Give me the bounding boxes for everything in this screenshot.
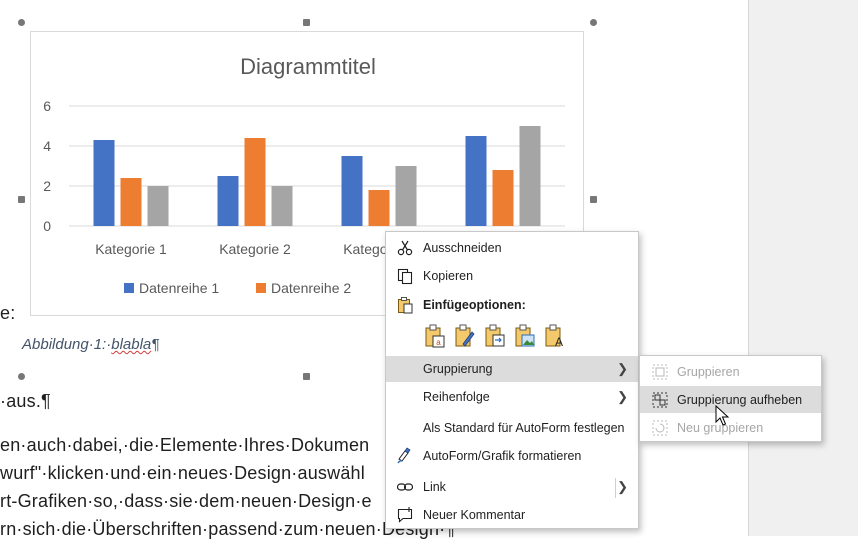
submenu-item-group[interactable]: Gruppieren	[640, 358, 821, 385]
bar[interactable]	[341, 156, 363, 226]
figure-caption: Abbildung·1:·blabla¶	[22, 336, 159, 353]
selection-handle-top-left[interactable]	[18, 19, 25, 26]
paste-picture-icon[interactable]	[514, 324, 536, 348]
selection-handle-bottom-middle[interactable]	[303, 373, 310, 380]
doc-text-fragment-colon: e:	[0, 303, 16, 323]
bar[interactable]	[368, 190, 390, 226]
menu-item-new-comment-label: Neuer Kommentar	[423, 508, 526, 522]
menu-item-link-label: Link	[423, 480, 446, 494]
menu-item-cut[interactable]: Ausschneiden	[386, 235, 638, 261]
bar[interactable]	[492, 170, 514, 226]
x-tick-label: Kategorie 2	[219, 241, 291, 257]
chart-plot-area[interactable]	[93, 126, 541, 226]
chart-y-axis: 0 2 4 6	[43, 98, 51, 234]
ungroup-icon	[652, 392, 668, 408]
submenu-item-ungroup[interactable]: Gruppierung aufheben	[640, 386, 821, 413]
format-shape-icon	[397, 447, 411, 464]
menu-item-paste-options-header: Einfügeoptionen:	[386, 292, 638, 318]
chevron-right-icon[interactable]: ❯	[617, 479, 628, 495]
legend-label: Datenreihe 1	[139, 280, 219, 296]
selection-handle-middle-left[interactable]	[18, 196, 25, 203]
copy-icon	[397, 268, 413, 285]
selection-handle-top-middle[interactable]	[303, 19, 310, 26]
link-icon	[396, 483, 414, 491]
menu-item-copy-label: Kopieren	[423, 269, 474, 283]
chart-title[interactable]: Diagrammtitel	[240, 54, 376, 79]
paste-icon	[398, 297, 413, 314]
doc-text-line-2: wurf"·klicken·und·ein·neues·Design·auswä…	[0, 463, 365, 483]
menu-item-grouping[interactable]: Gruppierung ❯	[386, 356, 638, 382]
caption-prefix: Abbildung·1:·	[22, 336, 112, 353]
svg-text:a: a	[436, 338, 441, 347]
bar[interactable]	[519, 126, 541, 226]
menu-item-new-comment[interactable]: Neuer Kommentar	[386, 502, 638, 528]
paste-keep-formatting-icon[interactable]	[454, 324, 476, 348]
menu-item-link-separator	[615, 478, 616, 498]
x-tick-label: Kategorie 1	[95, 241, 167, 257]
document-gutter	[748, 0, 858, 536]
bar[interactable]	[271, 186, 293, 226]
menu-item-cut-label: Ausschneiden	[423, 241, 502, 255]
grouping-submenu: Gruppieren Gruppierung aufheben Neu grup…	[639, 355, 822, 442]
bar[interactable]	[465, 136, 487, 226]
bar[interactable]	[147, 186, 169, 226]
menu-item-order-label: Reihenfolge	[423, 390, 490, 404]
submenu-item-group-label: Gruppieren	[677, 365, 740, 379]
scissors-icon	[397, 240, 413, 256]
chevron-right-icon: ❯	[617, 361, 628, 376]
context-menu: Ausschneiden Kopieren Einfügeoptionen: a	[385, 231, 639, 529]
menu-item-order[interactable]: Reihenfolge ❯	[386, 384, 638, 410]
caption-word: blabla	[111, 336, 152, 353]
chart-gridlines	[69, 105, 565, 227]
doc-text-line-1: en·auch·dabei,·die·Elemente·Ihres·Dokume…	[0, 435, 370, 455]
y-tick-label: 6	[43, 98, 51, 114]
regroup-icon	[652, 420, 668, 436]
group-icon	[652, 364, 668, 380]
menu-item-format-shape[interactable]: AutoForm/Grafik formatieren	[386, 443, 638, 469]
selection-handle-bottom-left[interactable]	[18, 373, 25, 380]
comment-icon	[397, 507, 413, 523]
bar[interactable]	[120, 178, 142, 226]
paste-text-only-icon[interactable]: A	[544, 324, 566, 348]
submenu-item-regroup[interactable]: Neu gruppieren	[640, 414, 821, 441]
mouse-pointer-icon	[715, 405, 729, 426]
doc-text-line-3: rt-Grafiken·so,·dass·sie·dem·neuen·Desig…	[0, 491, 372, 511]
menu-item-set-default-shape-label: Als Standard für AutoForm festlegen	[423, 421, 625, 435]
bar[interactable]	[217, 176, 239, 226]
submenu-item-ungroup-label: Gruppierung aufheben	[677, 393, 803, 407]
bar[interactable]	[93, 140, 115, 226]
caption-paragraph-mark: ¶	[151, 336, 160, 353]
bar[interactable]	[244, 138, 266, 226]
y-tick-label: 0	[43, 218, 51, 234]
selection-handle-top-right[interactable]	[590, 19, 597, 26]
menu-item-link[interactable]: Link ❯	[386, 474, 638, 500]
paste-destination-theme-icon[interactable]: a	[424, 324, 446, 348]
legend-label: Datenreihe 2	[271, 280, 351, 296]
y-tick-label: 4	[43, 138, 51, 154]
y-tick-label: 2	[43, 178, 51, 194]
bar[interactable]	[395, 166, 417, 226]
svg-text:A: A	[555, 335, 563, 348]
menu-item-copy[interactable]: Kopieren	[386, 263, 638, 289]
selection-handle-middle-right[interactable]	[590, 196, 597, 203]
menu-item-grouping-label: Gruppierung	[423, 362, 493, 376]
menu-item-paste-options-label: Einfügeoptionen:	[423, 298, 526, 312]
doc-text-line-aus: ·aus.¶	[0, 391, 51, 411]
legend-swatch	[124, 283, 134, 293]
paste-embed-icon[interactable]	[484, 324, 506, 348]
chevron-right-icon: ❯	[617, 389, 628, 404]
menu-item-format-shape-label: AutoForm/Grafik formatieren	[423, 449, 582, 463]
menu-item-set-default-shape[interactable]: Als Standard für AutoForm festlegen	[386, 415, 638, 441]
legend-swatch	[256, 283, 266, 293]
